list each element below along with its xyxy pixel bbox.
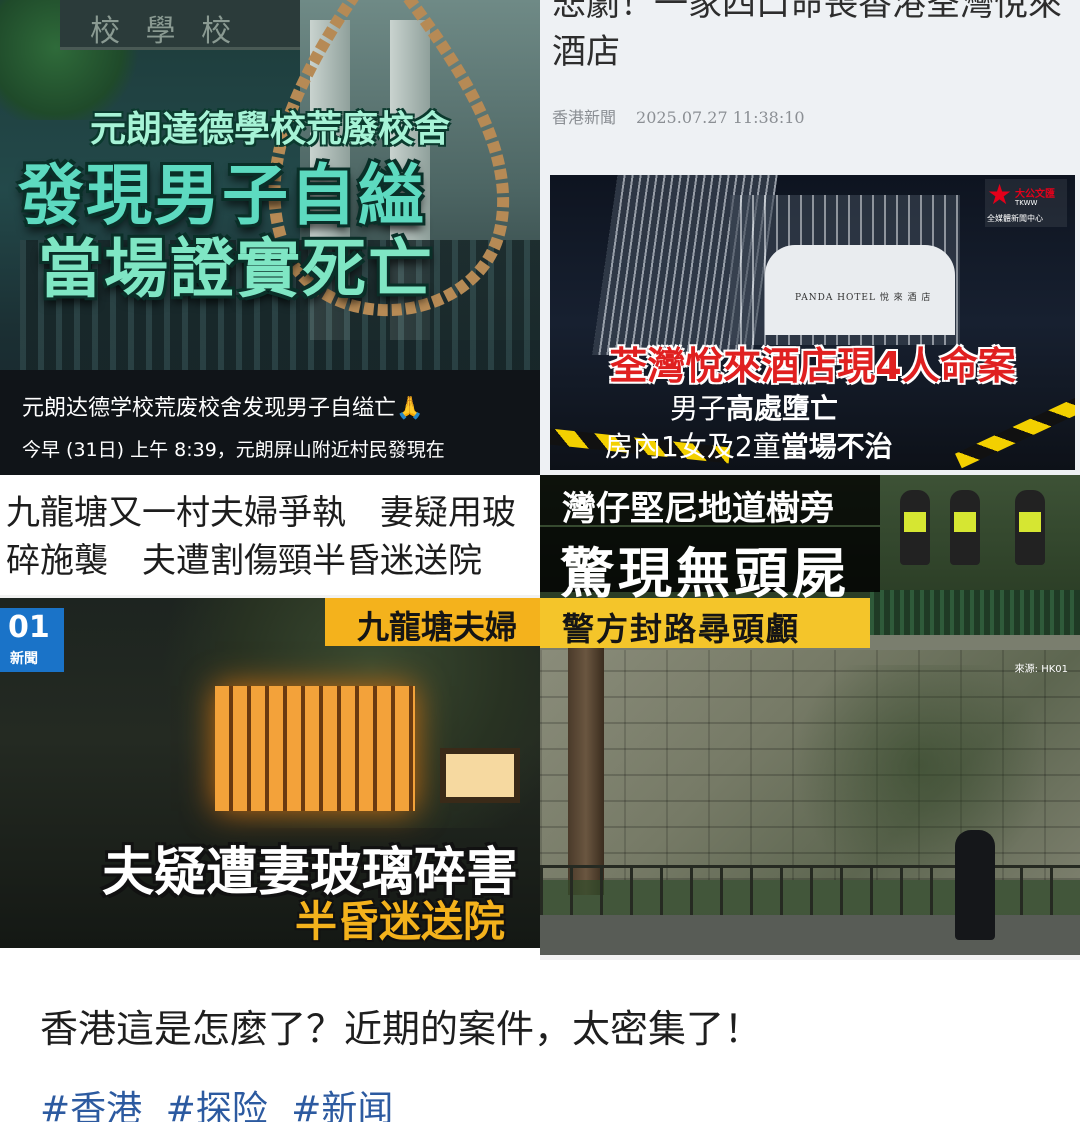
news-source: 香港新聞 <box>552 108 617 127</box>
subline-2: 房內1女及2童當場不治 <box>605 425 893 465</box>
moss-patch <box>770 665 1070 865</box>
headline-line-2: 碎施襲 夫遭割傷頸半昏迷送院 <box>6 541 482 581</box>
railing <box>540 865 1080 915</box>
subline-1-bold: 高處墮亡 <box>726 392 839 425</box>
news-image-hotel[interactable]: PANDA HOTEL 悅 來 酒 店 ★ 大公文匯 TKWW 全媒體新聞中心 … <box>550 175 1075 470</box>
headline-line-1: 九龍塘又一村夫婦爭執 妻疑用玻 <box>6 493 516 533</box>
headline-line-1: 灣仔堅尼地道樹旁 <box>562 489 834 529</box>
police-officer <box>955 830 995 940</box>
subline-2-bold: 當場不治 <box>780 430 893 463</box>
officer <box>1015 490 1045 565</box>
subline-2-plain: 房內1女及2童 <box>605 430 781 463</box>
post-body-text: 香港這是怎麼了？近期的案件，太密集了！ <box>40 1007 763 1051</box>
hashtag-link[interactable]: #新闻 <box>291 1089 393 1122</box>
divider <box>0 948 540 960</box>
safety-vest <box>1019 512 1041 532</box>
tree-trunk <box>568 645 604 895</box>
plaque-text: 校 學 校 <box>90 14 240 49</box>
banner-text: 九龍塘夫婦 <box>357 608 518 646</box>
caption-title: 元朗达德学校荒废校舍发现男子自缢亡🙏 <box>22 396 424 421</box>
hashtag-link[interactable]: #探险 <box>166 1089 268 1122</box>
green-fence <box>870 590 1080 635</box>
officer <box>900 490 930 565</box>
news-datetime: 2025.07.27 11:38:10 <box>636 108 805 127</box>
red-headline: 荃灣悅來酒店現4人命案 <box>609 344 1016 388</box>
brand-top: 01 <box>8 610 50 645</box>
star-icon: ★ <box>987 178 1013 211</box>
road <box>540 915 1080 955</box>
news-headline[interactable]: 悲劇！一家四口命喪香港荃灣悅來酒店 <box>552 0 1072 76</box>
headline-bar-1: 灣仔堅尼地道樹旁 <box>540 475 880 529</box>
news-image-yuen-long-school[interactable]: 校 學 校 元朗達德學校荒廢校舍 發現男子自縊 當場證實死亡 元朗达德学校荒废校… <box>0 0 540 475</box>
logo-caption: 全媒體新聞中心 <box>987 214 1043 223</box>
lit-window <box>215 686 415 811</box>
lit-window <box>440 748 520 803</box>
subline-1: 男子高處墮亡 <box>670 387 838 427</box>
logo-sub: TKWW <box>1015 199 1038 207</box>
image-collage[interactable]: 校 學 校 元朗達德學校荒廢校舍 發現男子自縊 當場證實死亡 元朗达德学校荒废校… <box>0 0 1080 960</box>
headline-big-2: 當場證實死亡 <box>38 233 434 307</box>
safety-vest <box>904 512 926 532</box>
image-source: 來源: HK01 <box>1014 664 1068 675</box>
headline-bar-2: 驚現無頭屍 <box>540 527 880 605</box>
hashtag-list: #香港 #探险 #新闻 <box>40 1080 405 1122</box>
caption-body: 今早 (31日) 上午 8:39，元朗屏山附近村民發現在 <box>22 439 445 461</box>
subline-1-plain: 男子 <box>670 392 727 425</box>
news-image-wan-chai[interactable]: 來源: HK01 灣仔堅尼地道樹旁 驚現無頭屍 警方封路尋頭顱 <box>540 475 1080 955</box>
hk01-logo: 01 新聞 <box>0 608 64 672</box>
officer <box>950 490 980 565</box>
headline-line-3: 警方封路尋頭顱 <box>562 610 801 648</box>
caution-tape <box>955 377 1075 469</box>
headline-bar-3: 警方封路尋頭顱 <box>540 598 870 648</box>
safety-vest <box>954 512 976 532</box>
news-meta: 香港新聞 2025.07.27 11:38:10 <box>552 104 825 128</box>
police-officers <box>880 480 1080 570</box>
media-logo: ★ 大公文匯 TKWW 全媒體新聞中心 <box>985 179 1067 227</box>
news-card-tsuen-wan-hotel[interactable]: 悲劇！一家四口命喪香港荃灣悅來酒店 香港新聞 2025.07.27 11:38:1… <box>540 0 1080 475</box>
logo-text: 大公文匯 <box>1015 189 1055 200</box>
caption-bar: 元朗达德学校荒废校舍发现男子自缢亡🙏 今早 (31日) 上午 8:39，元朗屏山… <box>0 370 540 475</box>
headline-line-2: 驚現無頭屍 <box>560 542 850 605</box>
yellow-banner: 九龍塘夫婦 <box>325 598 540 646</box>
brand-bottom: 新聞 <box>10 651 38 667</box>
image-subline: 半昏迷送院 <box>295 897 506 946</box>
news-headline-kowloon-tong[interactable]: 九龍塘又一村夫婦爭執 妻疑用玻 碎施襲 夫遭割傷頸半昏迷送院 <box>0 475 540 595</box>
hashtag-link[interactable]: #香港 <box>40 1089 142 1122</box>
hotel-sign: PANDA HOTEL 悅 來 酒 店 <box>795 293 932 303</box>
news-image-kowloon-tong[interactable]: 01 新聞 九龍塘夫婦 夫疑遭妻玻璃碎害 半昏迷送院 <box>0 598 540 948</box>
